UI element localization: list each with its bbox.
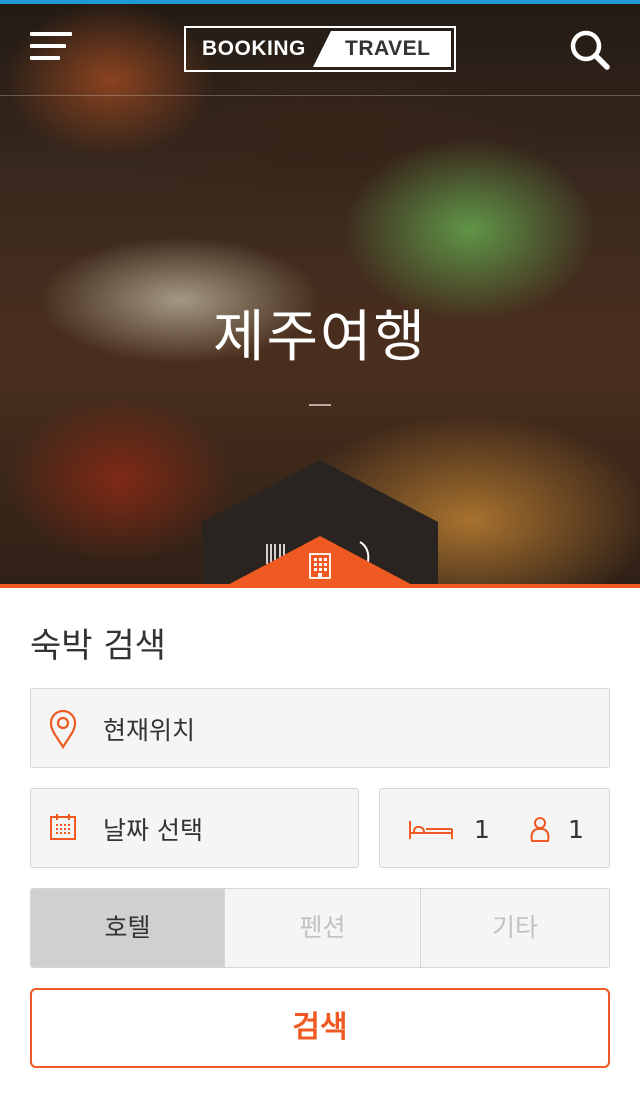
app-logo[interactable]: BOOKING TRAVEL <box>184 26 456 72</box>
date-field[interactable]: 날짜 선택 <box>30 788 359 868</box>
search-button[interactable]: 검색 <box>30 988 610 1068</box>
type-option-other[interactable]: 기타 <box>420 889 609 967</box>
location-field[interactable]: 현재위치 <box>30 688 610 768</box>
accent-divider <box>0 584 640 588</box>
app-header: BOOKING TRAVEL <box>0 4 640 96</box>
lodging-type-segmented-control: 호텔 펜션 기타 <box>30 888 610 968</box>
date-value: 날짜 선택 <box>103 816 203 845</box>
building-icon <box>308 552 332 580</box>
location-value: 현재위치 <box>103 716 196 745</box>
calendar-icon <box>49 813 77 841</box>
room-count-selector[interactable]: 1 <box>408 815 490 845</box>
bed-icon <box>409 821 453 839</box>
logo-booking-text: BOOKING <box>202 37 306 60</box>
top-accent-line <box>0 0 640 4</box>
room-count: 1 <box>474 815 490 844</box>
hero-title: 제주여행 <box>212 305 428 370</box>
logo-travel-block: TRAVEL <box>313 31 451 67</box>
hero-divider <box>309 404 331 406</box>
type-option-pension[interactable]: 펜션 <box>224 889 420 967</box>
logo-travel-text: TRAVEL <box>345 37 431 60</box>
person-icon <box>530 817 550 842</box>
hamburger-menu-icon[interactable] <box>30 32 72 64</box>
people-count-selector[interactable]: 1 <box>528 815 588 845</box>
map-pin-icon <box>49 709 77 750</box>
people-count: 1 <box>568 815 584 844</box>
type-option-hotel[interactable]: 호텔 <box>31 889 224 967</box>
section-title: 숙박 검색 <box>30 626 166 666</box>
search-icon[interactable] <box>568 28 612 72</box>
guest-field: 1 1 <box>379 788 610 868</box>
